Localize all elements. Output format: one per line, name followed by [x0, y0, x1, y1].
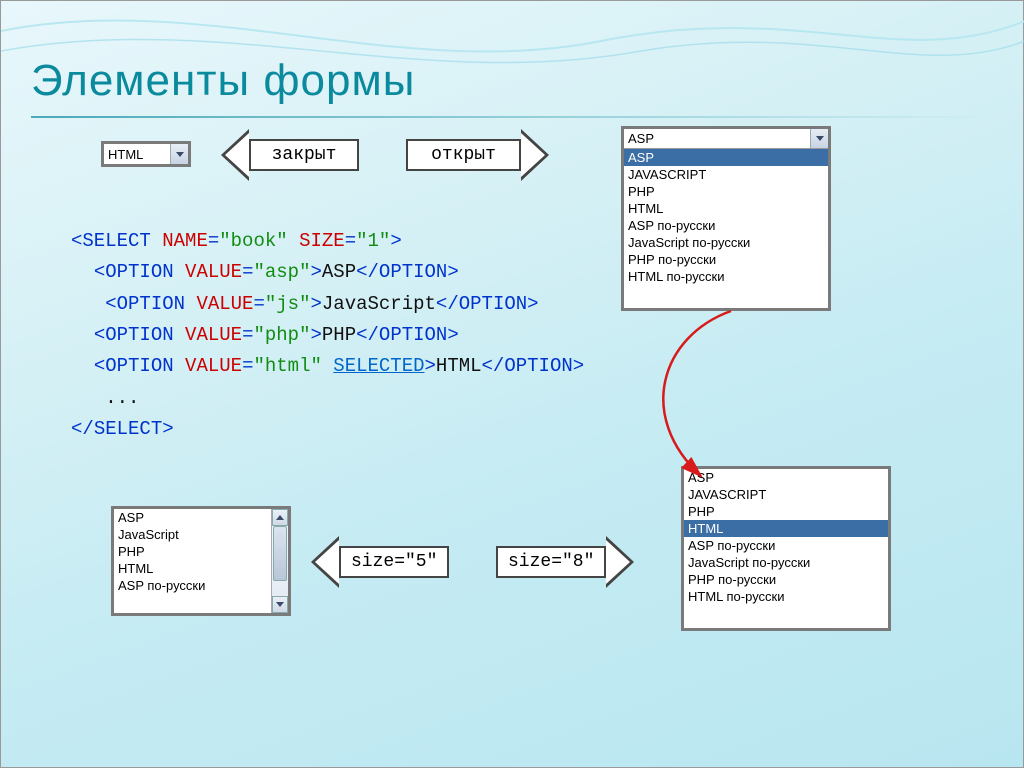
arrow-closed: закрыт — [221, 129, 359, 181]
list-item[interactable]: PHP — [114, 543, 271, 560]
content-area: HTML закрыт открыт ASP ASP JAVASCRIPT PH… — [61, 131, 963, 727]
list-item[interactable]: JAVASCRIPT — [624, 166, 828, 183]
listbox-open-header: ASP — [624, 129, 810, 148]
list-item[interactable]: JAVASCRIPT — [684, 486, 888, 503]
scroll-up-icon[interactable] — [272, 509, 288, 526]
dropdown-closed-value: HTML — [104, 147, 170, 162]
list-item[interactable]: JavaScript по-русски — [624, 234, 828, 251]
arrow-size8: size="8" — [496, 536, 634, 588]
chevron-down-icon[interactable] — [810, 129, 828, 148]
list-item[interactable]: JavaScript — [114, 526, 271, 543]
list-item[interactable]: PHP — [624, 183, 828, 200]
dropdown-closed[interactable]: HTML — [101, 141, 191, 167]
chevron-down-icon[interactable] — [170, 144, 188, 164]
list-item[interactable]: PHP по-русски — [624, 251, 828, 268]
list-item[interactable]: JavaScript по-русски — [684, 554, 888, 571]
list-item[interactable]: ASP — [684, 469, 888, 486]
list-item[interactable]: ASP — [624, 149, 828, 166]
listbox-open-options: ASP JAVASCRIPT PHP HTML ASP по-русски Ja… — [624, 149, 828, 308]
list-item[interactable]: ASP — [114, 509, 271, 526]
red-arrow-annotation — [621, 306, 901, 486]
listbox-size5[interactable]: ASP JavaScript PHP HTML ASP по-русски — [111, 506, 291, 616]
scrollbar-thumb[interactable] — [273, 526, 287, 581]
arrow-closed-label: закрыт — [249, 139, 359, 171]
scrollbar[interactable] — [271, 509, 288, 613]
list-item[interactable]: PHP по-русски — [684, 571, 888, 588]
list-item[interactable]: ASP по-русски — [114, 577, 271, 594]
arrow-right-icon — [606, 536, 634, 588]
arrow-open: открыт — [406, 129, 549, 181]
slide: Элементы формы HTML закрыт открыт ASP — [0, 0, 1024, 768]
title-underline — [31, 116, 993, 118]
list-item[interactable]: HTML — [684, 520, 888, 537]
arrow-left-icon — [311, 536, 339, 588]
listbox-open[interactable]: ASP ASP JAVASCRIPT PHP HTML ASP по-русск… — [621, 126, 831, 311]
scroll-down-icon[interactable] — [272, 596, 288, 613]
list-item[interactable]: HTML — [624, 200, 828, 217]
arrow-size5-label: size="5" — [339, 546, 449, 578]
list-item[interactable]: ASP по-русски — [624, 217, 828, 234]
arrow-left-icon — [221, 129, 249, 181]
page-title: Элементы формы — [31, 56, 415, 106]
listbox-size8[interactable]: ASP JAVASCRIPT PHP HTML ASP по-русски Ja… — [681, 466, 891, 631]
list-item[interactable]: HTML — [114, 560, 271, 577]
arrow-size8-label: size="8" — [496, 546, 606, 578]
arrow-right-icon — [521, 129, 549, 181]
arrow-open-label: открыт — [406, 139, 521, 171]
list-item[interactable]: HTML по-русски — [624, 268, 828, 285]
arrow-size5: size="5" — [311, 536, 449, 588]
listbox-size5-options: ASP JavaScript PHP HTML ASP по-русски — [114, 509, 271, 613]
list-item[interactable]: ASP по-русски — [684, 537, 888, 554]
list-item[interactable]: HTML по-русски — [684, 588, 888, 605]
listbox-size8-options: ASP JAVASCRIPT PHP HTML ASP по-русски Ja… — [684, 469, 888, 628]
code-block: <select name="book" size="1"> <option va… — [71, 226, 584, 445]
list-item[interactable]: PHP — [684, 503, 888, 520]
